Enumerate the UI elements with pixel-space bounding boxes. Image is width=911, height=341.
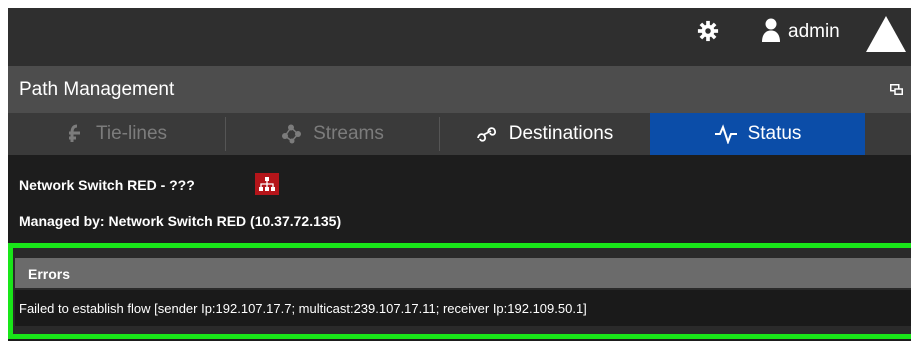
tie-lines-icon (68, 124, 80, 142)
streams-icon (282, 124, 302, 144)
user-name[interactable]: admin (788, 21, 840, 43)
tab-label: Destinations (508, 123, 614, 144)
gear-icon[interactable] (697, 20, 719, 42)
device-name: Network Switch RED - ??? (19, 177, 195, 193)
tab-streams[interactable]: Streams (226, 113, 439, 155)
managed-by: Managed by: Network Switch RED (10.37.72… (19, 213, 342, 229)
alert-triangle-icon[interactable] (866, 16, 906, 52)
errors-title: Errors (28, 266, 71, 282)
tab-tie-lines[interactable]: Tie-lines (8, 113, 225, 155)
status-pulse-icon (714, 124, 737, 144)
errors-header (15, 258, 911, 288)
destinations-icon (476, 127, 496, 142)
restore-window-icon[interactable] (890, 84, 903, 95)
user-icon[interactable] (759, 18, 781, 42)
panel-title: Path Management (19, 79, 175, 100)
network-switch-icon (255, 173, 279, 195)
tab-status[interactable]: Status (650, 113, 865, 155)
tab-destinations[interactable]: Destinations (440, 113, 650, 155)
error-message: Failed to establish flow [sender Ip:192.… (19, 301, 587, 316)
tab-label: Streams (313, 123, 384, 144)
tab-label: Tie-lines (95, 123, 168, 144)
tab-label: Status (747, 123, 802, 144)
